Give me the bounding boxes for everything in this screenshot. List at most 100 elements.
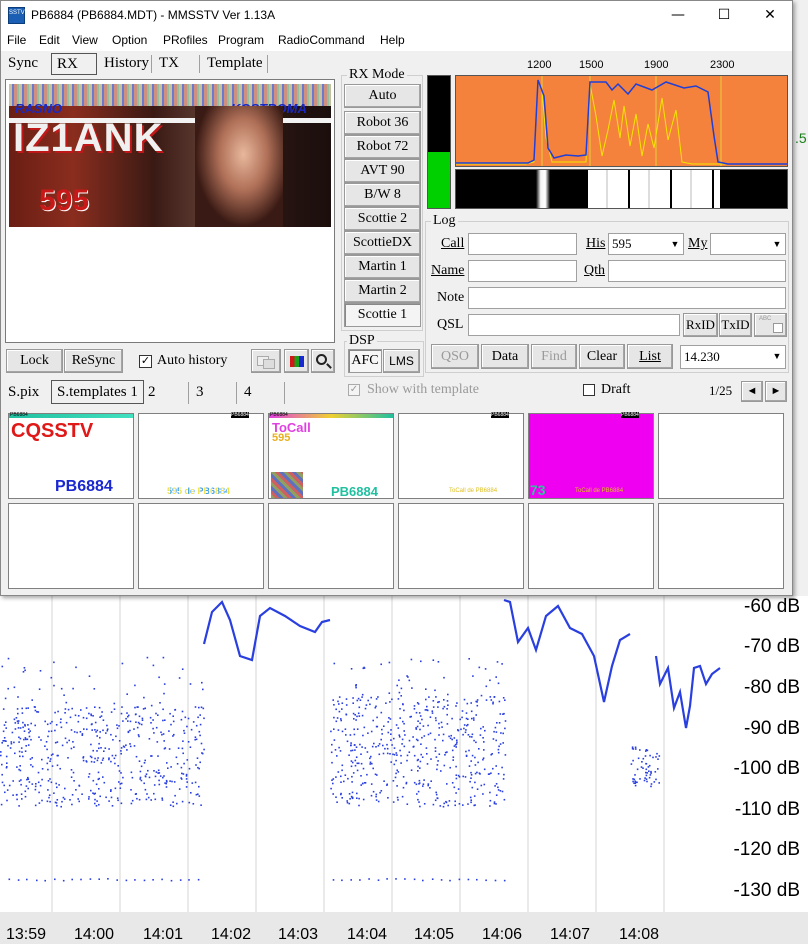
mode-avt90-button[interactable]: AVT 90 [344, 159, 421, 183]
frequency-select[interactable]: 14.230 ▼ [680, 345, 786, 369]
mode-scottie1-button[interactable]: Scottie 1 [344, 303, 421, 327]
template-thumbnail[interactable]: PB6884 73 ToCall de PB6884 [528, 412, 654, 499]
data-button[interactable]: Data [481, 344, 529, 369]
menu-radiocommand[interactable]: RadioCommand [278, 33, 365, 47]
menu-profiles[interactable]: PRofiles [163, 33, 208, 47]
menu-file[interactable]: File [7, 33, 26, 47]
tab-templates-2[interactable]: 2 [143, 382, 189, 404]
tab-sync[interactable]: Sync [3, 53, 43, 75]
show-with-template-checkbox[interactable]: ✓ [348, 384, 360, 396]
mode-martin2-button[interactable]: Martin 2 [344, 279, 421, 303]
tab-templates-3[interactable]: 3 [191, 382, 237, 404]
template-thumbnail[interactable]: PB6884 CQSSTV PB6884 [8, 412, 134, 499]
note-input[interactable] [468, 287, 786, 309]
qso-button[interactable]: QSO [431, 344, 479, 369]
zoom-button[interactable] [311, 349, 335, 373]
menu-edit[interactable]: Edit [39, 33, 60, 47]
rxid-button[interactable]: RxID [683, 313, 718, 337]
plot-point [357, 762, 360, 765]
waterfall-display[interactable] [455, 169, 788, 209]
rx-picture-frame[interactable]: RASNO KOSTROMA IZ1ANK 595 [5, 79, 335, 343]
template-thumbnail[interactable] [8, 503, 134, 589]
tab-history[interactable]: History [99, 53, 154, 75]
clear-button[interactable]: Clear [579, 344, 625, 369]
plot-point [103, 750, 105, 752]
plot-point [340, 718, 342, 720]
plot-point [450, 734, 452, 737]
template-thumbnail[interactable]: PB6884 595 de PB6884 [138, 412, 264, 499]
copy-images-button[interactable] [251, 349, 281, 373]
mode-auto-button[interactable]: Auto [344, 84, 421, 108]
plot-point [446, 723, 449, 725]
plot-point [21, 707, 23, 710]
tab-tx[interactable]: TX [154, 53, 184, 75]
tab-spix[interactable]: S.pix [3, 382, 44, 404]
lock-button[interactable]: Lock [6, 349, 63, 373]
menu-view[interactable]: View [72, 33, 98, 47]
afc-button[interactable]: AFC [348, 349, 382, 373]
cw-id-button[interactable]: ABC [754, 313, 787, 337]
mode-scottie2-button[interactable]: Scottie 2 [344, 207, 421, 231]
txid-button[interactable]: TxID [719, 313, 752, 337]
mode-martin1-button[interactable]: Martin 1 [344, 255, 421, 279]
plot-point [351, 796, 353, 799]
tab-rx[interactable]: RX [51, 53, 97, 75]
next-page-button[interactable]: ► [765, 381, 787, 402]
his-select[interactable]: 595 ▼ [608, 233, 684, 255]
list-button[interactable]: List [627, 344, 673, 369]
template-thumbnail[interactable]: PB6884 ToCall 595 PB6884 [268, 412, 394, 499]
menu-program[interactable]: Program [218, 33, 264, 47]
chevron-down-icon[interactable]: ▼ [667, 234, 683, 254]
title-bar[interactable]: SSTV PB6884 (PB6884.MDT) - MMSSTV Ver 1.… [1, 1, 792, 31]
maximize-button[interactable]: ☐ [701, 1, 747, 31]
prev-page-button[interactable]: ◄ [741, 381, 763, 402]
template-thumbnail[interactable] [138, 503, 264, 589]
chevron-down-icon[interactable]: ▼ [769, 346, 785, 366]
mode-bw8-button[interactable]: B/W 8 [344, 183, 421, 207]
tab-template[interactable]: Template [202, 53, 268, 75]
template-thumbnail[interactable]: PB6884 ToCall de PB6884 [398, 412, 524, 499]
name-input[interactable] [468, 260, 577, 282]
spectrum-display[interactable] [455, 75, 788, 167]
qth-input[interactable] [608, 260, 786, 282]
minimize-button[interactable]: — [655, 1, 701, 31]
plot-point [34, 724, 36, 727]
plot-point [417, 798, 419, 801]
call-input[interactable] [468, 233, 577, 255]
template-thumbnail[interactable] [658, 413, 784, 499]
template-thumbnail[interactable] [658, 503, 784, 589]
plot-point [497, 751, 500, 754]
template-thumbnail[interactable] [268, 503, 394, 589]
mode-robot36-button[interactable]: Robot 36 [344, 111, 421, 135]
tab-templates-4[interactable]: 4 [239, 382, 285, 404]
find-button[interactable]: Find [531, 344, 577, 369]
menu-help[interactable]: Help [380, 33, 405, 47]
template-thumbnail[interactable] [528, 503, 654, 589]
resync-button[interactable]: ReSync [64, 349, 123, 373]
plot-point [161, 799, 164, 801]
plot-point [657, 768, 659, 770]
plot-point [363, 666, 365, 669]
his-value: 595 [612, 236, 632, 251]
app-icon[interactable]: SSTV [8, 7, 25, 24]
mode-robot72-button[interactable]: Robot 72 [344, 135, 421, 159]
lms-button[interactable]: LMS [383, 349, 420, 373]
plot-point [482, 793, 484, 795]
plot-point [116, 724, 118, 726]
tab-stemplates-1[interactable]: S.templates 1 [51, 380, 144, 404]
menu-option[interactable]: Option [112, 33, 147, 47]
qsl-input[interactable] [468, 314, 680, 336]
mode-scottiedx-button[interactable]: ScottieDX [344, 231, 421, 255]
draft-checkbox[interactable] [583, 384, 595, 396]
chevron-down-icon[interactable]: ▼ [769, 234, 785, 254]
plot-point [21, 751, 23, 753]
plot-point [3, 724, 6, 726]
close-button[interactable]: ✕ [747, 1, 793, 31]
plot-point [440, 770, 442, 772]
auto-history-checkbox[interactable]: ✓ [139, 355, 152, 368]
plot-point [375, 799, 378, 801]
color-bars-button[interactable] [284, 349, 309, 373]
my-select[interactable]: ▼ [710, 233, 786, 255]
template-thumbnail[interactable] [398, 503, 524, 589]
plot-point [60, 805, 62, 808]
